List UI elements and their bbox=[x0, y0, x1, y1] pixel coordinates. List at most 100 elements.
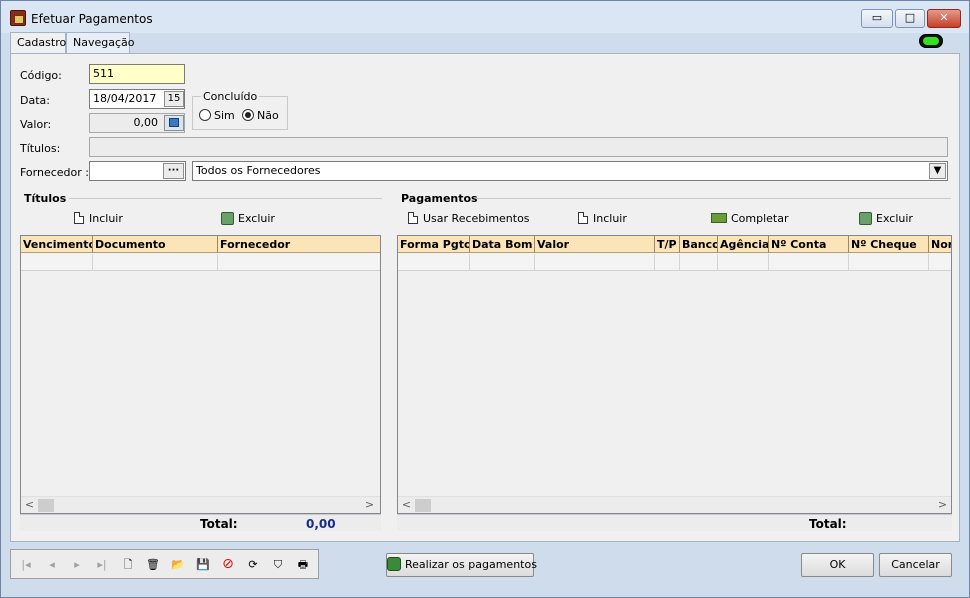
col-vencimento[interactable]: Vencimento bbox=[21, 236, 93, 253]
pagamentos-incluir-button[interactable]: Incluir bbox=[578, 212, 627, 230]
window-title: Efetuar Pagamentos bbox=[31, 12, 153, 26]
titulos-grid-header: Vencimento Documento Fornecedor bbox=[21, 236, 380, 253]
ok-button[interactable]: OK bbox=[801, 553, 874, 577]
filter-icon[interactable]: ⛉ bbox=[269, 556, 287, 574]
radio-sim-label[interactable]: Sim bbox=[214, 109, 235, 122]
scroll-right-icon[interactable]: > bbox=[934, 497, 951, 513]
usar-recebimentos-label: Usar Recebimentos bbox=[423, 212, 530, 225]
radio-nao-label[interactable]: Não bbox=[257, 109, 279, 122]
col-agencia[interactable]: Agência bbox=[718, 236, 769, 253]
col-num-conta[interactable]: Nº Conta bbox=[769, 236, 849, 253]
titulos-grid[interactable]: Vencimento Documento Fornecedor < > bbox=[20, 235, 381, 514]
fornecedor-select[interactable]: Todos os Fornecedores bbox=[192, 161, 948, 181]
next-record-icon[interactable]: ▸ bbox=[68, 556, 86, 574]
document-icon bbox=[408, 212, 418, 224]
titulos-section-line bbox=[69, 198, 382, 199]
realizar-pagamentos-button[interactable]: Realizar os pagamentos bbox=[386, 553, 537, 577]
table-cell[interactable] bbox=[718, 254, 769, 271]
col-tp[interactable]: T/P bbox=[655, 236, 680, 253]
title-bar: Efetuar Pagamentos ▭ □ ✕ bbox=[1, 1, 969, 33]
table-cell[interactable] bbox=[218, 254, 380, 271]
table-cell[interactable] bbox=[535, 254, 655, 271]
money-icon bbox=[711, 213, 727, 223]
cancelar-button[interactable]: Cancelar bbox=[879, 553, 952, 577]
last-record-icon[interactable]: ▸| bbox=[93, 556, 111, 574]
pagamentos-horizontal-scrollbar[interactable]: < > bbox=[398, 496, 951, 513]
table-row[interactable] bbox=[398, 254, 951, 271]
table-cell[interactable] bbox=[398, 254, 470, 271]
col-banco[interactable]: Banco bbox=[680, 236, 718, 253]
prev-record-icon[interactable]: ◂ bbox=[43, 556, 61, 574]
table-cell[interactable] bbox=[849, 254, 929, 271]
table-cell[interactable] bbox=[929, 254, 951, 271]
radio-nao[interactable] bbox=[242, 109, 254, 121]
save-icon[interactable]: 💾 bbox=[194, 556, 212, 574]
scroll-right-icon[interactable]: > bbox=[361, 497, 378, 513]
new-document-icon bbox=[74, 212, 84, 224]
scroll-thumb[interactable] bbox=[415, 499, 431, 512]
titulos-excluir-label: Excluir bbox=[238, 212, 275, 225]
new-record-icon[interactable]: 🗋 bbox=[119, 556, 137, 574]
codigo-label: Código: bbox=[20, 69, 62, 82]
maximize-icon: □ bbox=[904, 11, 916, 24]
table-cell[interactable] bbox=[21, 254, 93, 271]
first-record-icon[interactable]: |◂ bbox=[17, 556, 35, 574]
concluido-label: Concluído bbox=[201, 90, 260, 103]
col-valor[interactable]: Valor bbox=[535, 236, 655, 253]
recycle-bin-icon bbox=[221, 212, 234, 225]
maximize-button[interactable]: □ bbox=[895, 9, 925, 28]
col-data-bom[interactable]: Data Bom bbox=[470, 236, 535, 253]
close-button[interactable]: ✕ bbox=[927, 9, 961, 28]
delete-record-icon[interactable]: 🗑 bbox=[144, 556, 162, 574]
status-indicator bbox=[919, 34, 943, 48]
pagamentos-excluir-button[interactable]: Excluir bbox=[859, 212, 913, 230]
col-fornecedor[interactable]: Fornecedor bbox=[218, 236, 380, 253]
realizar-pagamentos-label: Realizar os pagamentos bbox=[405, 558, 537, 571]
titulos-input[interactable] bbox=[89, 137, 948, 157]
table-cell[interactable] bbox=[769, 254, 849, 271]
pagamentos-incluir-label: Incluir bbox=[593, 212, 627, 225]
scroll-left-icon[interactable]: < bbox=[398, 497, 415, 513]
pagamentos-grid[interactable]: Forma Pgto Data Bom Valor T/P Banco Agên… bbox=[397, 235, 952, 514]
fornecedor-label: Fornecedor : bbox=[20, 166, 89, 179]
table-cell[interactable] bbox=[93, 254, 218, 271]
tab-navegacao[interactable]: Navegação bbox=[66, 32, 135, 53]
payments-icon bbox=[387, 557, 401, 571]
titulos-incluir-button[interactable]: Incluir bbox=[74, 212, 123, 230]
refresh-icon[interactable]: ⟳ bbox=[244, 556, 262, 574]
radio-sim[interactable] bbox=[199, 109, 211, 121]
dropdown-arrow-icon[interactable]: ▼ bbox=[929, 163, 946, 179]
calendar-icon[interactable]: 15 bbox=[164, 91, 184, 107]
cancel-icon[interactable]: ⊘ bbox=[219, 556, 237, 574]
titulos-totals-bar: Total: 0,00 bbox=[20, 514, 381, 531]
titulos-label: Títulos: bbox=[20, 142, 61, 155]
data-label: Data: bbox=[20, 94, 50, 107]
completar-button[interactable]: Completar bbox=[711, 212, 789, 230]
recycle-bin-icon bbox=[859, 212, 872, 225]
pagamentos-totals-bar: Total: bbox=[397, 514, 952, 531]
table-cell[interactable] bbox=[655, 254, 680, 271]
titulos-horizontal-scrollbar[interactable]: < > bbox=[21, 496, 380, 513]
open-folder-icon[interactable]: 📂 bbox=[169, 556, 187, 574]
col-num-cheque[interactable]: Nº Cheque bbox=[849, 236, 929, 253]
table-cell[interactable] bbox=[470, 254, 535, 271]
minimize-button[interactable]: ▭ bbox=[861, 9, 893, 28]
scroll-thumb[interactable] bbox=[38, 499, 54, 512]
print-icon[interactable]: 🖶 bbox=[294, 556, 312, 574]
usar-recebimentos-button[interactable]: Usar Recebimentos bbox=[408, 212, 530, 230]
record-navigator: |◂ ◂ ▸ ▸| 🗋 🗑 📂 💾 ⊘ ⟳ ⛉ 🖶 bbox=[10, 549, 319, 579]
new-document-icon bbox=[578, 212, 588, 224]
pagamentos-section-title: Pagamentos bbox=[401, 192, 478, 205]
col-forma-pgto[interactable]: Forma Pgto bbox=[398, 236, 470, 253]
table-row[interactable] bbox=[21, 254, 380, 271]
titulos-excluir-button[interactable]: Excluir bbox=[221, 212, 275, 230]
codigo-input[interactable]: 511 bbox=[89, 64, 185, 84]
col-documento[interactable]: Documento bbox=[93, 236, 218, 253]
tab-cadastro[interactable]: Cadastro bbox=[10, 32, 66, 54]
completar-label: Completar bbox=[731, 212, 789, 225]
calculator-icon[interactable] bbox=[164, 115, 184, 131]
fornecedor-lookup-button[interactable]: ··· bbox=[163, 163, 184, 179]
scroll-left-icon[interactable]: < bbox=[21, 497, 38, 513]
col-nominal[interactable]: Nor bbox=[929, 236, 951, 253]
table-cell[interactable] bbox=[680, 254, 718, 271]
